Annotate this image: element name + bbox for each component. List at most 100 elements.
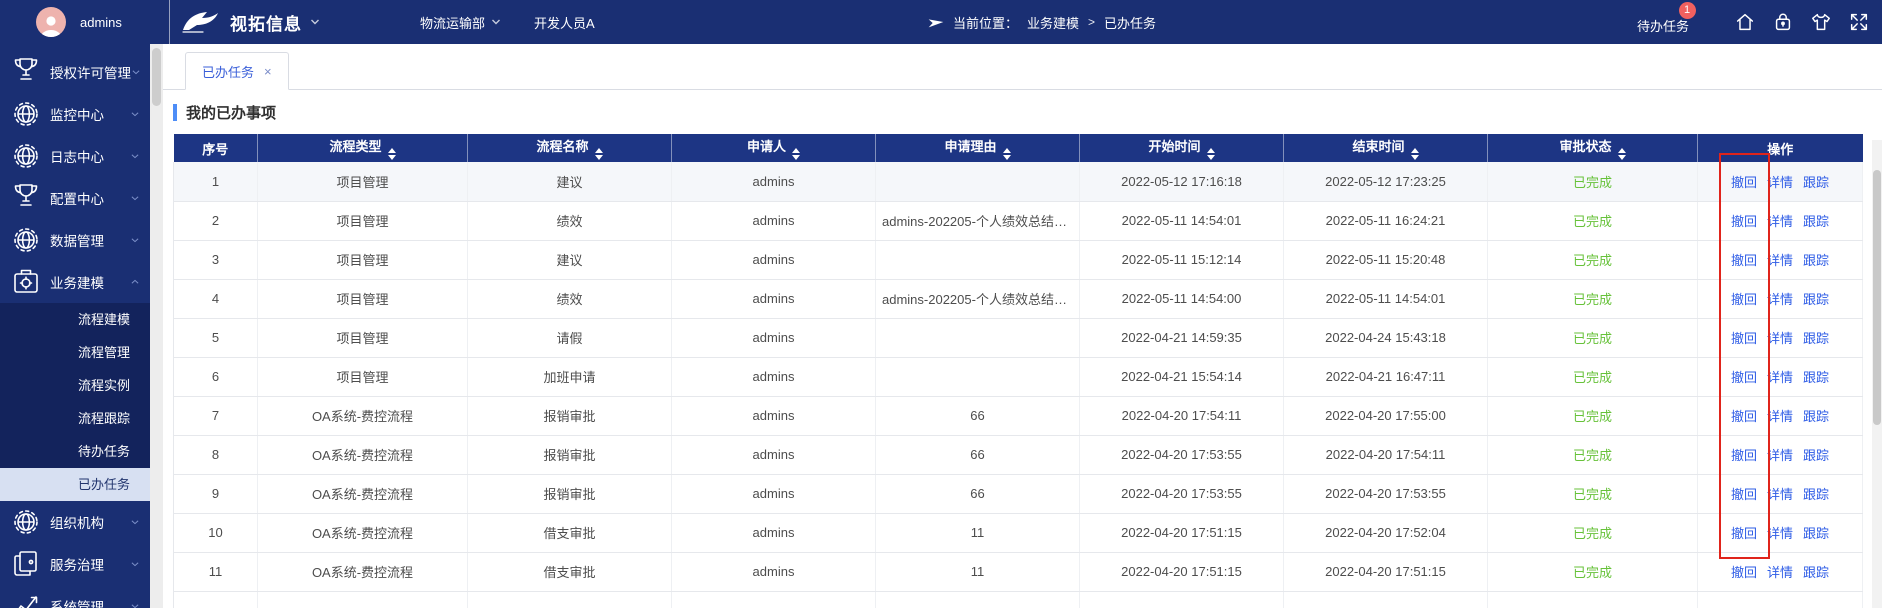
- fullscreen-icon[interactable]: [1848, 11, 1870, 33]
- table-scrollbar[interactable]: [1872, 140, 1882, 608]
- cell-applicant: admins: [671, 513, 876, 553]
- content-area: 已办任务 × 我的已办事项 序号 流程类型 流程名称 申请人 申请理由 开始时间 结束时间审…: [163, 44, 1882, 608]
- todo-tasks-button[interactable]: 1 待办任务: [1628, 2, 1698, 35]
- sidebar-subitem-流程管理[interactable]: 流程管理: [0, 336, 150, 369]
- table-row: 4 项目管理 绩效 admins admins-202205-个人绩效总结与… 2022-…: [173, 279, 1863, 319]
- cell-applicant: admins: [671, 201, 876, 241]
- cell-reason: 66: [875, 474, 1080, 514]
- sidebar-subitem-流程建模[interactable]: 流程建模: [0, 303, 150, 336]
- action-link-详情[interactable]: 详情: [1767, 565, 1793, 580]
- action-link-跟踪[interactable]: 跟踪: [1803, 331, 1829, 346]
- home-icon[interactable]: [1734, 11, 1756, 33]
- sidebar-item-配置中心[interactable]: 配置中心: [0, 177, 150, 219]
- column-header-申请人[interactable]: 申请人: [671, 134, 876, 162]
- lock-icon[interactable]: [1772, 11, 1794, 33]
- action-link-详情[interactable]: 详情: [1767, 370, 1793, 385]
- action-link-撤回[interactable]: 撤回: [1731, 253, 1757, 268]
- sort-icon[interactable]: [1410, 148, 1419, 160]
- action-link-跟踪[interactable]: 跟踪: [1803, 565, 1829, 580]
- sidebar-item-系统管理[interactable]: 系统管理: [0, 585, 150, 608]
- cell-end: 2022-04-20 17:51:15: [1283, 552, 1488, 592]
- sidebar-subitem-待办任务[interactable]: 待办任务: [0, 435, 150, 468]
- cell-start: 2022-04-20 17:51:15: [1079, 552, 1284, 592]
- sidebar-scrollbar[interactable]: [150, 44, 163, 608]
- action-link-详情[interactable]: 详情: [1767, 214, 1793, 229]
- action-link-跟踪[interactable]: 跟踪: [1803, 253, 1829, 268]
- action-link-跟踪[interactable]: 跟踪: [1803, 526, 1829, 541]
- action-link-详情[interactable]: 详情: [1767, 292, 1793, 307]
- sidebar-scrollbar-thumb[interactable]: [152, 48, 161, 106]
- action-link-撤回[interactable]: 撤回: [1731, 526, 1757, 541]
- action-link-撤回[interactable]: 撤回: [1731, 214, 1757, 229]
- sidebar-item-业务建模[interactable]: 业务建模: [0, 261, 150, 303]
- topbar: admins 视拓信息 物流运输部 开发人员A 当前位置： 业务建模 > 已办任…: [0, 0, 1882, 44]
- cell-no: 6: [173, 357, 258, 397]
- action-link-详情[interactable]: 详情: [1767, 331, 1793, 346]
- cell-no: 9: [173, 474, 258, 514]
- sidebar-item-授权许可管理[interactable]: 授权许可管理: [0, 51, 150, 93]
- sidebar-item-数据管理[interactable]: 数据管理: [0, 219, 150, 261]
- action-link-详情[interactable]: 详情: [1767, 253, 1793, 268]
- action-link-详情[interactable]: 详情: [1767, 448, 1793, 463]
- action-link-撤回[interactable]: 撤回: [1731, 448, 1757, 463]
- user-block[interactable]: admins: [0, 0, 168, 44]
- tab-close-icon[interactable]: ×: [264, 64, 272, 79]
- column-header-流程类型[interactable]: 流程类型: [257, 134, 468, 162]
- table-scrollbar-thumb[interactable]: [1873, 170, 1881, 425]
- sort-icon[interactable]: [1002, 148, 1011, 160]
- column-header-开始时间[interactable]: 开始时间: [1079, 134, 1284, 162]
- action-link-撤回[interactable]: 撤回: [1731, 292, 1757, 307]
- action-link-跟踪[interactable]: 跟踪: [1803, 370, 1829, 385]
- action-link-详情[interactable]: 详情: [1767, 526, 1793, 541]
- cell-start: 2022-04-20 17:51:15: [1079, 513, 1284, 553]
- cell-actions: 撤回 详情 跟踪: [1697, 318, 1863, 358]
- title-bar: 我的已办事项: [163, 90, 1882, 134]
- column-header-申请理由[interactable]: 申请理由: [875, 134, 1080, 162]
- cell-end: 2022-04-20 17:53:55: [1283, 474, 1488, 514]
- sidebar-item-组织机构[interactable]: 组织机构: [0, 501, 150, 543]
- action-link-详情[interactable]: 详情: [1767, 175, 1793, 190]
- cell-type: 项目管理: [257, 240, 468, 280]
- sidebar-subitem-已办任务[interactable]: 已办任务: [0, 468, 150, 501]
- action-link-详情[interactable]: 详情: [1767, 409, 1793, 424]
- action-link-跟踪[interactable]: 跟踪: [1803, 175, 1829, 190]
- theme-shirt-icon[interactable]: [1810, 11, 1832, 33]
- action-link-跟踪[interactable]: 跟踪: [1803, 292, 1829, 307]
- action-link-撤回[interactable]: 撤回: [1731, 409, 1757, 424]
- sort-icon[interactable]: [594, 148, 603, 160]
- action-link-跟踪[interactable]: 跟踪: [1803, 214, 1829, 229]
- action-link-跟踪[interactable]: 跟踪: [1803, 409, 1829, 424]
- brand-block[interactable]: 视拓信息: [180, 0, 320, 44]
- sidebar-subitem-流程实例[interactable]: 流程实例: [0, 369, 150, 402]
- sidebar-item-服务治理[interactable]: 服务治理: [0, 543, 150, 585]
- column-header-审批状态[interactable]: 审批状态: [1487, 134, 1698, 162]
- action-link-详情[interactable]: 详情: [1767, 487, 1793, 502]
- sort-icon[interactable]: [792, 148, 800, 160]
- breadcrumb-current[interactable]: 已办任务: [1104, 13, 1156, 32]
- sort-icon[interactable]: [1206, 148, 1215, 160]
- sidebar-item-日志中心[interactable]: 日志中心: [0, 135, 150, 177]
- column-header-结束时间[interactable]: 结束时间: [1283, 134, 1488, 162]
- column-header-流程名称[interactable]: 流程名称: [467, 134, 672, 162]
- action-link-撤回[interactable]: 撤回: [1731, 565, 1757, 580]
- sort-icon[interactable]: [387, 148, 396, 160]
- sidebar-subitem-流程跟踪[interactable]: 流程跟踪: [0, 402, 150, 435]
- cell-no: 5: [173, 318, 258, 358]
- action-link-撤回[interactable]: 撤回: [1731, 175, 1757, 190]
- tab-completed-tasks[interactable]: 已办任务 ×: [185, 52, 289, 90]
- table-row-partial: [173, 591, 1863, 608]
- cell-no: 2: [173, 201, 258, 241]
- cell-start: 2022-04-20 17:53:55: [1079, 474, 1284, 514]
- sidebar-item-监控中心[interactable]: 监控中心: [0, 93, 150, 135]
- cell-applicant: admins: [671, 279, 876, 319]
- action-link-撤回[interactable]: 撤回: [1731, 487, 1757, 502]
- action-link-撤回[interactable]: 撤回: [1731, 370, 1757, 385]
- breadcrumb-parent[interactable]: 业务建模: [1027, 13, 1079, 32]
- chevron-down-icon: [131, 562, 139, 567]
- action-link-跟踪[interactable]: 跟踪: [1803, 448, 1829, 463]
- action-link-撤回[interactable]: 撤回: [1731, 331, 1757, 346]
- cell-no: 7: [173, 396, 258, 436]
- sort-icon[interactable]: [1617, 148, 1626, 160]
- action-link-跟踪[interactable]: 跟踪: [1803, 487, 1829, 502]
- department-menu[interactable]: 物流运输部: [420, 0, 501, 44]
